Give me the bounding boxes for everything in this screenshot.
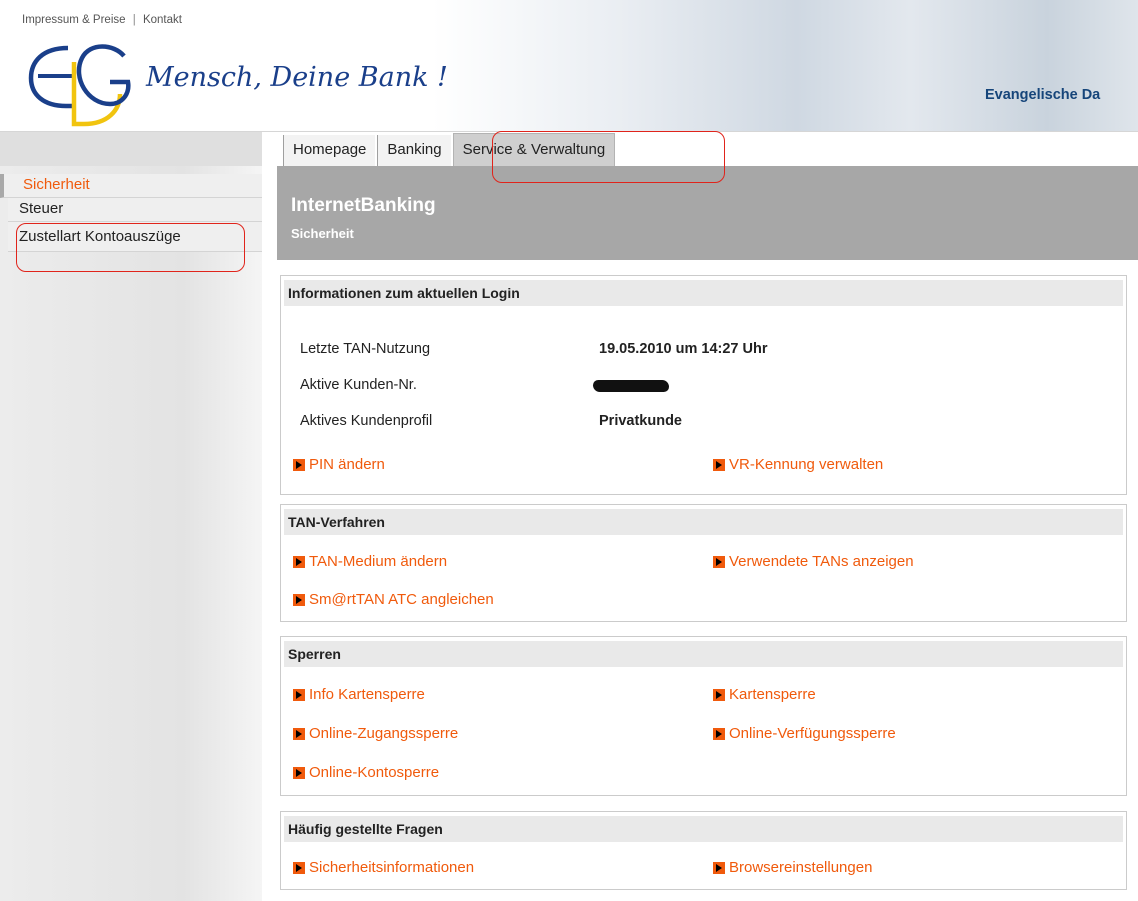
login-info-heading: Informationen zum aktuellen Login <box>284 280 1123 306</box>
page-title: InternetBanking <box>291 195 436 216</box>
impressum-link[interactable]: Impressum & Preise <box>22 14 126 26</box>
sidebar-item-steuer[interactable]: Steuer <box>8 198 262 222</box>
arrow-right-icon <box>713 688 725 701</box>
customer-number-label: Aktive Kunden-Nr. <box>300 377 417 393</box>
sperren-heading: Sperren <box>284 641 1123 667</box>
tab-service-verwaltung[interactable]: Service & Verwaltung <box>452 133 616 166</box>
kontakt-link[interactable]: Kontakt <box>143 14 182 26</box>
last-tan-label: Letzte TAN-Nutzung <box>300 341 431 357</box>
customer-number-redacted <box>593 380 669 392</box>
tab-homepage[interactable]: Homepage <box>283 135 376 166</box>
sicherheitsinformationen-link[interactable]: Sicherheitsinformationen <box>293 859 474 876</box>
arrow-right-icon <box>293 458 305 471</box>
sperren-box: Sperren Info Kartensperre Kartensperre O… <box>280 636 1127 796</box>
faq-box: Häufig gestellte Fragen Sicherheitsinfor… <box>280 811 1127 890</box>
online-zugangssperre-link[interactable]: Online-Zugangssperre <box>293 725 458 742</box>
kartensperre-label: Kartensperre <box>729 686 816 703</box>
browsereinstellungen-link[interactable]: Browsereinstellungen <box>713 859 872 876</box>
online-kontosperre-link[interactable]: Online-Kontosperre <box>293 764 439 781</box>
tab-banking[interactable]: Banking <box>377 135 451 166</box>
vr-kennung-label: VR-Kennung verwalten <box>729 456 884 473</box>
tan-verfahren-box: TAN-Verfahren TAN-Medium ändern Verwende… <box>280 504 1127 622</box>
sicherheitsinformationen-label: Sicherheitsinformationen <box>309 859 475 876</box>
arrow-right-icon <box>293 688 305 701</box>
arrow-right-icon <box>713 458 725 471</box>
smarttan-atc-link[interactable]: Sm@rtTAN ATC angleichen <box>293 591 494 608</box>
faq-heading: Häufig gestellte Fragen <box>284 816 1123 842</box>
arrow-right-icon <box>293 861 305 874</box>
arrow-right-icon <box>293 555 305 568</box>
login-info-box: Informationen zum aktuellen Login Letzte… <box>280 275 1127 495</box>
kartensperre-link[interactable]: Kartensperre <box>713 686 816 703</box>
used-tans-label: Verwendete TANs anzeigen <box>729 553 914 570</box>
bank-name: Evangelische Da <box>985 87 1101 103</box>
tan-medium-link[interactable]: TAN-Medium ändern <box>293 553 447 570</box>
info-kartensperre-link[interactable]: Info Kartensperre <box>293 686 425 703</box>
title-band: InternetBanking Sicherheit <box>277 166 1138 260</box>
sidebar-band <box>0 132 262 166</box>
page-header: Impressum & Preise | Kontakt Mensch, Dei… <box>0 0 1138 132</box>
arrow-right-icon <box>713 861 725 874</box>
arrow-right-icon <box>293 766 305 779</box>
sidebar-item-zustellart-kontoauszuege[interactable]: Zustellart Kontoauszüge <box>8 222 262 252</box>
arrow-right-icon <box>713 727 725 740</box>
main-tabs: Homepage Banking Service & Verwaltung <box>283 132 617 166</box>
browsereinstellungen-label: Browsereinstellungen <box>729 859 873 876</box>
pin-aendern-label: PIN ändern <box>309 456 385 473</box>
top-links: Impressum & Preise | Kontakt <box>22 14 182 26</box>
info-kartensperre-label: Info Kartensperre <box>309 686 425 703</box>
tan-medium-label: TAN-Medium ändern <box>309 553 448 570</box>
customer-profile-value: Privatkunde <box>599 413 682 429</box>
arrow-right-icon <box>293 593 305 606</box>
top-links-separator: | <box>132 14 136 26</box>
pin-aendern-link[interactable]: PIN ändern <box>293 456 385 473</box>
online-kontosperre-label: Online-Kontosperre <box>309 764 440 781</box>
bank-logo[interactable]: Mensch, Deine Bank ! <box>28 40 448 135</box>
online-zugangssperre-label: Online-Zugangssperre <box>309 725 459 742</box>
customer-profile-label: Aktives Kundenprofil <box>300 413 433 429</box>
used-tans-link[interactable]: Verwendete TANs anzeigen <box>713 553 914 570</box>
online-verfuegungssperre-link[interactable]: Online-Verfügungssperre <box>713 725 896 742</box>
sidebar-item-sicherheit[interactable]: Sicherheit <box>0 174 262 198</box>
arrow-right-icon <box>293 727 305 740</box>
smarttan-atc-label: Sm@rtTAN ATC angleichen <box>309 591 494 608</box>
tan-verfahren-heading: TAN-Verfahren <box>284 509 1123 535</box>
last-tan-value: 19.05.2010 um 14:27 Uhr <box>599 341 768 357</box>
slogan-text: Mensch, Deine Bank ! <box>145 62 448 93</box>
vr-kennung-link[interactable]: VR-Kennung verwalten <box>713 456 883 473</box>
online-verfuegungssperre-label: Online-Verfügungssperre <box>729 725 896 742</box>
sidebar-nav: Sicherheit Steuer Zustellart Kontoauszüg… <box>0 174 262 252</box>
page-subtitle: Sicherheit <box>291 226 354 241</box>
arrow-right-icon <box>713 555 725 568</box>
